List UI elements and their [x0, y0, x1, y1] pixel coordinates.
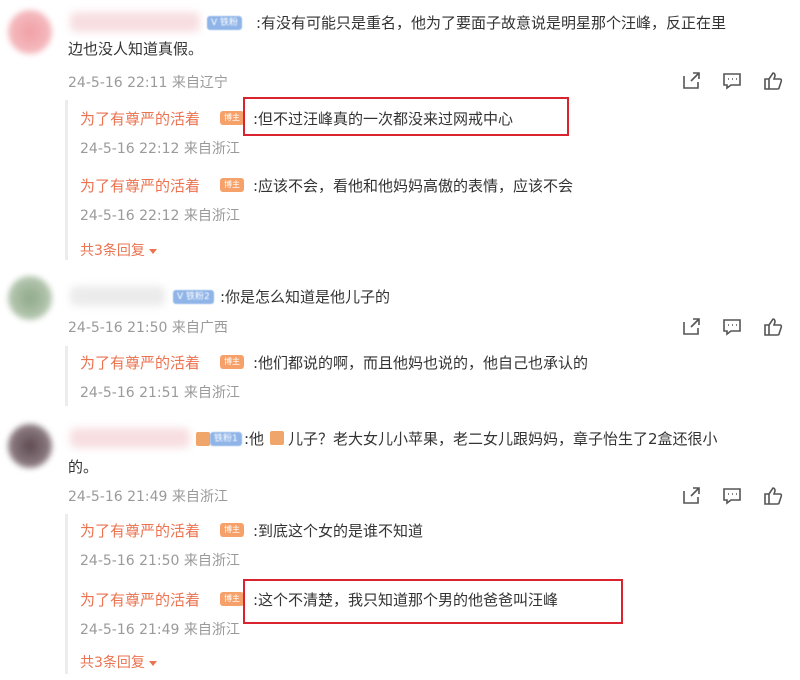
like-icon[interactable]: [762, 316, 784, 338]
comment-icon[interactable]: [721, 70, 743, 92]
reply-author[interactable]: 为了有尊严的活着: [80, 520, 200, 541]
author-badge: 博主: [220, 355, 244, 369]
highlight-box: [243, 97, 569, 136]
comment-text-cont: 的。: [68, 458, 99, 476]
like-icon[interactable]: [762, 70, 784, 92]
reply-divider: [65, 514, 68, 674]
reply-meta: 24-5-16 21:49 来自浙江: [80, 622, 240, 638]
reply-text: :应该不会，看他和他妈妈高傲的表情，应该不会: [253, 177, 574, 195]
more-replies-link[interactable]: 共3条回复: [80, 652, 157, 672]
caret-down-icon: [148, 248, 157, 254]
fan-badge: 铁粉1: [210, 432, 242, 446]
author-badge: 博主: [220, 523, 244, 537]
comment-meta: 24-5-16 21:50 来自广西: [68, 320, 228, 336]
username-blurred[interactable]: [70, 12, 200, 32]
share-icon[interactable]: [680, 70, 702, 92]
reply-author[interactable]: 为了有尊严的活着: [80, 175, 200, 196]
reply-text: :到底这个女的是谁不知道: [253, 522, 424, 540]
avatar[interactable]: [8, 424, 52, 468]
comment-text: 儿子？老大女儿小苹果，老二女儿跟妈妈，章子怡生了2盒还很小: [288, 430, 718, 448]
more-replies-link[interactable]: 共3条回复: [80, 240, 157, 260]
reply-meta: 24-5-16 21:51 来自浙江: [80, 385, 240, 401]
reply-author[interactable]: 为了有尊严的活着: [80, 352, 200, 373]
reply-text: :他们都说的啊，而且他妈也说的，他自己也承认的: [253, 354, 589, 372]
author-badge: 博主: [220, 178, 244, 192]
fan-badge: V 铁粉2: [173, 290, 214, 304]
share-icon[interactable]: [680, 316, 702, 338]
comment-text-cont: 边也没人知道真假。: [68, 40, 204, 58]
avatar[interactable]: [8, 10, 52, 54]
like-icon[interactable]: [762, 485, 784, 507]
comment-icon[interactable]: [721, 316, 743, 338]
emoji-icon: [270, 431, 284, 445]
comment-meta: 24-5-16 22:11 来自辽宁: [68, 75, 228, 91]
username-blurred[interactable]: [70, 286, 165, 306]
comment-text: :你是怎么知道是他儿子的: [220, 288, 391, 306]
author-badge: 博主: [220, 592, 244, 606]
share-icon[interactable]: [680, 485, 702, 507]
reply-meta: 24-5-16 22:12 来自浙江: [80, 208, 240, 224]
reply-meta: 24-5-16 21:50 来自浙江: [80, 553, 240, 569]
comment-text: :有没有可能只是重名，他为了要面子故意说是明星那个汪峰，反正在里: [256, 14, 727, 32]
reply-divider: [65, 100, 68, 260]
reply-divider: [65, 346, 68, 406]
reply-author[interactable]: 为了有尊严的活着: [80, 589, 200, 610]
username-blurred[interactable]: [70, 428, 190, 448]
author-badge: 博主: [220, 111, 244, 125]
caret-down-icon: [148, 660, 157, 666]
crown-icon: [196, 432, 210, 446]
fan-badge: V 铁粉: [207, 16, 243, 30]
comment-icon[interactable]: [721, 485, 743, 507]
comment-text-prefix: :他: [244, 430, 265, 448]
comment-meta: 24-5-16 21:49 来自浙江: [68, 489, 228, 505]
avatar[interactable]: [8, 276, 52, 320]
reply-author[interactable]: 为了有尊严的活着: [80, 108, 200, 129]
highlight-box: [243, 579, 623, 624]
reply-meta: 24-5-16 22:12 来自浙江: [80, 141, 240, 157]
